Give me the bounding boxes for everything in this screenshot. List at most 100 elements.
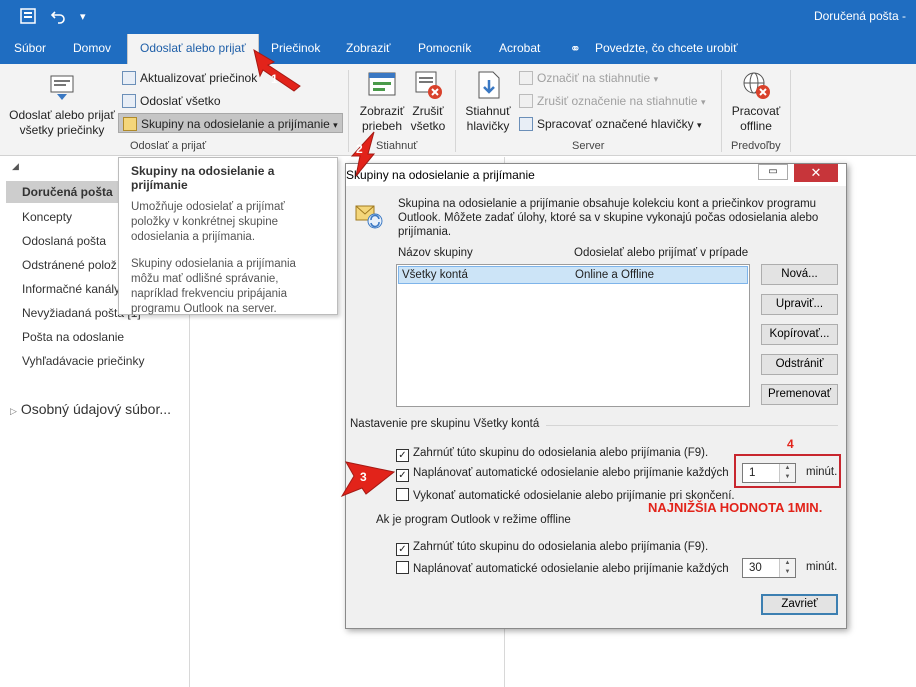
- section-group-settings: Nastavenie pre skupinu Všetky kontá: [350, 418, 546, 430]
- process-marked-headers-button[interactable]: Spracovať označené hlavičky ▾: [519, 114, 701, 134]
- tab-view[interactable]: Zobraziť: [346, 34, 391, 64]
- folder-deleted[interactable]: Odstránené polož: [22, 258, 117, 272]
- download-headers-label: Stiahnuť hlavičky: [465, 104, 511, 133]
- new-group-button[interactable]: Nová...: [761, 264, 838, 285]
- tell-me-search[interactable]: Povedzte, čo chcete urobiť: [595, 34, 738, 64]
- stepper-arrows: ▲ ▼: [779, 559, 795, 577]
- step-up-icon[interactable]: ▲: [780, 559, 795, 568]
- group-download-label: Stiahnuť: [376, 140, 418, 152]
- group-send-receive-label: Odoslať a prijať: [130, 140, 207, 152]
- checkmark-icon: ✓: [396, 469, 409, 482]
- unmark-download-icon: [519, 94, 533, 108]
- send-receive-groups-dialog-icon: [354, 200, 384, 230]
- empty-checkbox-icon: [396, 488, 409, 501]
- send-all-label: Odoslať všetko: [140, 94, 221, 108]
- annotation-arrow-3: [340, 461, 396, 498]
- group-preferences-label: Predvoľby: [731, 140, 781, 152]
- checkmark-icon: ✓: [396, 449, 409, 462]
- title-bar: ▾ Doručená pošta -: [0, 0, 916, 34]
- process-headers-label: Spracovať označené hlavičky: [537, 117, 694, 131]
- offline-minutes-value: 30: [749, 562, 762, 574]
- tooltip: Skupiny na odosielanie a prijímanie Umož…: [118, 157, 338, 315]
- outlook-app-icon[interactable]: [20, 8, 36, 28]
- download-headers-icon: [473, 70, 503, 100]
- folder-sent[interactable]: Odoslaná pošta: [22, 234, 106, 248]
- customize-quick-access-icon[interactable]: ▾: [80, 10, 86, 23]
- collapse-arrow-icon[interactable]: ◢: [12, 161, 19, 172]
- update-folder-label: Aktualizovať priečinok: [140, 71, 258, 85]
- annotation-number-2: 2: [356, 142, 363, 156]
- expand-arrow-icon: ▷: [10, 406, 17, 416]
- column-send-receive-when: Odosielať alebo prijímať v prípade: [574, 247, 749, 259]
- tab-send-receive[interactable]: Odoslať alebo prijať: [127, 34, 259, 64]
- folder-outbox[interactable]: Pošta na odoslanie: [22, 330, 124, 344]
- offline-schedule-label: Naplánovať automatické odosielanie alebo…: [413, 563, 729, 575]
- annotation-number-1: 1: [271, 72, 278, 86]
- tab-file[interactable]: Súbor: [14, 34, 46, 64]
- ribbon-separator: [455, 70, 456, 152]
- annotation-note: NAJNIŽŠIA HODNOTA 1MIN.: [648, 500, 823, 515]
- ribbon-separator: [721, 70, 722, 152]
- tab-acrobat[interactable]: Acrobat: [499, 34, 540, 64]
- send-all-button[interactable]: Odoslať všetko: [122, 91, 221, 111]
- tooltip-title: Skupiny na odosielanie a prijímanie: [131, 164, 275, 192]
- data-file-node[interactable]: ▷ Osobný údajový súbor...: [10, 401, 171, 417]
- folder-search[interactable]: Vyhľadávacie priečinky: [22, 354, 144, 368]
- edit-group-button[interactable]: Upraviť...: [761, 294, 838, 315]
- send-receive-all-button[interactable]: Odoslať alebo prijať všetky priečinky: [6, 70, 118, 138]
- step-down-icon[interactable]: ▼: [780, 568, 795, 577]
- send-receive-all-label: Odoslať alebo prijať všetky priečinky: [9, 108, 115, 137]
- list-item[interactable]: Všetky kontá Online a Offline: [398, 266, 748, 284]
- offline-include-label: Zahrnúť túto skupinu do odosielania aleb…: [413, 541, 709, 553]
- lightbulb-icon: ⚭: [570, 41, 581, 56]
- download-headers-button[interactable]: Stiahnuť hlavičky: [462, 70, 514, 134]
- tooltip-text-2: Skupiny odosielania a prijímania môžu ma…: [131, 258, 296, 315]
- rename-group-button[interactable]: Premenovať: [761, 384, 838, 405]
- data-file-label: Osobný údajový súbor...: [20, 401, 172, 417]
- copy-group-button[interactable]: Kopírovať...: [761, 324, 838, 345]
- dialog-description: Skupina na odosielanie a prijímanie obsa…: [398, 198, 819, 238]
- dropdown-arrow-icon: ▾: [696, 120, 702, 130]
- tab-home[interactable]: Domov: [73, 34, 111, 64]
- send-receive-groups-button[interactable]: Skupiny na odosielanie a prijímanie ▾: [118, 113, 343, 133]
- folder-rss[interactable]: Informačné kanály: [22, 282, 120, 296]
- tab-help[interactable]: Pomocník: [418, 34, 471, 64]
- undo-icon[interactable]: [50, 8, 66, 28]
- close-icon[interactable]: ✕: [794, 164, 838, 182]
- folder-drafts[interactable]: Koncepty: [22, 210, 72, 224]
- dropdown-arrow-icon: ▾: [333, 120, 338, 130]
- include-group-checkbox[interactable]: ✓ Zahrnúť túto skupinu do odosielania ale…: [396, 446, 708, 462]
- cancel-all-button[interactable]: Zrušiť všetko: [406, 70, 450, 134]
- process-headers-icon: [519, 117, 533, 131]
- offline-include-checkbox[interactable]: ✓ Zahrnúť túto skupinu do odosielania ale…: [396, 540, 708, 556]
- offline-schedule-checkbox[interactable]: Naplánovať automatické odosielanie alebo…: [396, 561, 729, 577]
- send-receive-groups-icon: [123, 117, 137, 131]
- refresh-folder-icon: [122, 71, 136, 85]
- tooltip-text-1: Umožňuje odosielať a prijímať položky v …: [131, 201, 285, 243]
- send-receive-groups-label: Skupiny na odosielanie a prijímanie: [141, 117, 330, 131]
- group-server-label: Server: [572, 140, 605, 152]
- include-group-label: Zahrnúť túto skupinu do odosielania aleb…: [413, 447, 709, 459]
- mark-download-icon: [519, 71, 533, 85]
- empty-checkbox-icon: [396, 561, 409, 574]
- annotation-highlight-box: [734, 454, 841, 488]
- group-name-cell: Všetky kontá: [402, 269, 468, 281]
- work-offline-icon: [741, 70, 771, 100]
- remove-group-button[interactable]: Odstrániť: [761, 354, 838, 375]
- update-folder-button[interactable]: Aktualizovať priečinok: [122, 68, 257, 88]
- work-offline-label: Pracovať offline: [731, 104, 781, 133]
- section-divider: [546, 425, 838, 426]
- schedule-auto-checkbox[interactable]: ✓ Naplánovať automatické odosielanie aleb…: [396, 466, 729, 482]
- ribbon-separator: [790, 70, 791, 152]
- work-offline-button[interactable]: Pracovať offline: [727, 70, 785, 134]
- groups-listbox[interactable]: Všetky kontá Online a Offline: [396, 264, 750, 407]
- show-progress-button[interactable]: Zobraziť priebeh: [356, 70, 408, 134]
- unmark-download-button[interactable]: Zrušiť označenie na stiahnutie ▾: [519, 91, 705, 111]
- close-button[interactable]: Zavrieť: [761, 594, 838, 615]
- checkmark-icon: ✓: [396, 543, 409, 556]
- maximize-icon[interactable]: ▭: [758, 164, 788, 180]
- annotation-number-4: 4: [787, 437, 794, 451]
- mark-to-download-button[interactable]: Označiť na stiahnutie ▾: [519, 68, 658, 88]
- offline-minutes-stepper[interactable]: 30 ▲ ▼: [742, 558, 796, 578]
- show-progress-icon: [367, 70, 397, 100]
